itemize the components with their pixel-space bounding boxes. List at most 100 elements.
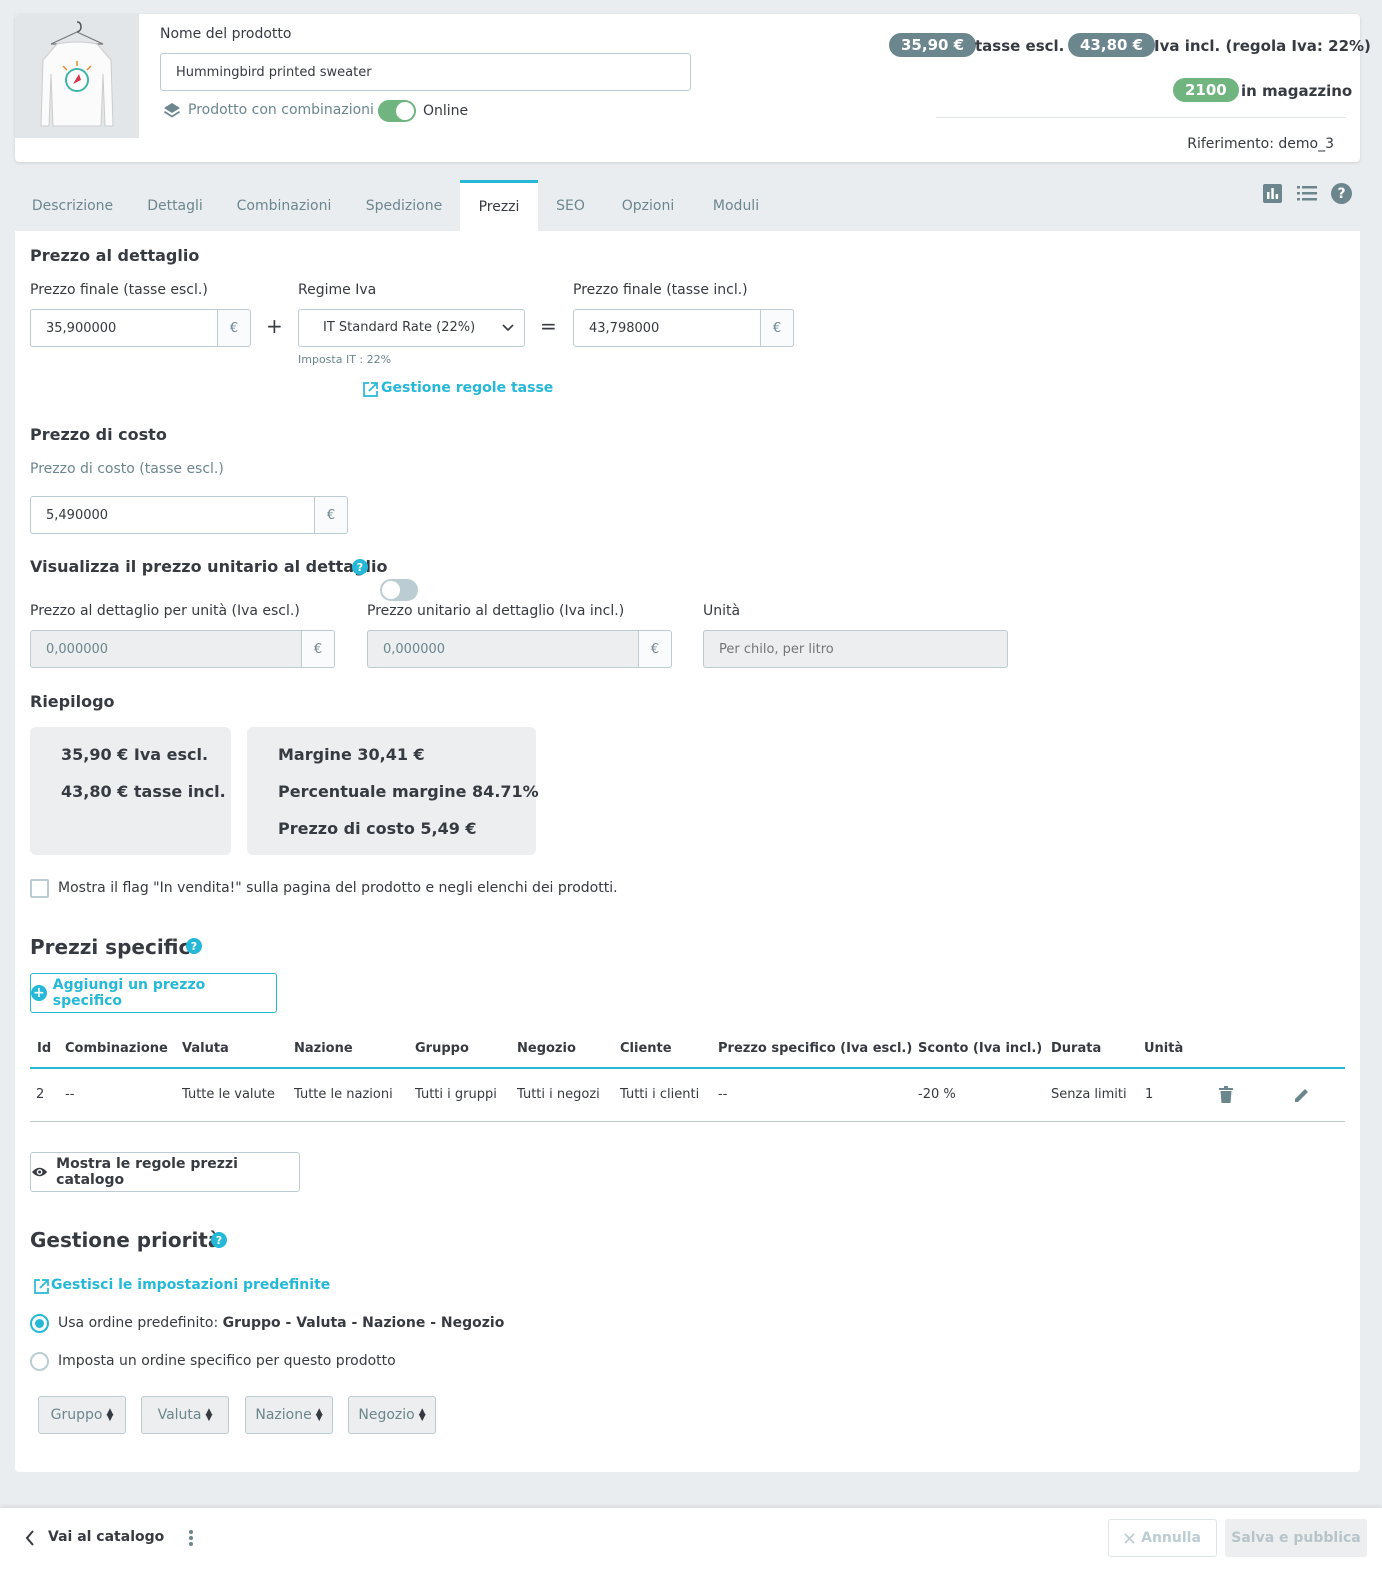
sort-arrows-icon: ▲ ▼	[205, 1407, 213, 1423]
priority-select-value: Nazione	[255, 1407, 312, 1423]
chevron-left-icon[interactable]	[25, 1530, 35, 1550]
priority-title: Gestione priorità	[30, 1228, 222, 1252]
default-order-value: Gruppo - Valuta - Nazione - Negozio	[222, 1315, 505, 1331]
external-link-icon	[33, 1278, 50, 1299]
unit-price-excl-input[interactable]	[30, 630, 302, 668]
unit-input[interactable]	[703, 630, 1008, 668]
price-incl-input[interactable]	[573, 309, 761, 347]
save-publish-label: Salva e pubblica	[1231, 1530, 1361, 1546]
column-header: Sconto (Iva incl.)	[918, 1041, 1043, 1056]
sort-arrows-icon: ▲ ▼	[315, 1407, 323, 1423]
specific-order-radio[interactable]	[30, 1352, 49, 1371]
currency-addon: €	[639, 630, 672, 668]
cost-price-title: Prezzo di costo	[30, 425, 167, 444]
price-excl-input[interactable]	[30, 309, 218, 347]
summary-price-excl: 35,90 € Iva escl.	[61, 745, 209, 764]
tab-descrizione[interactable]: Descrizione	[15, 180, 130, 231]
cell-combination: --	[65, 1087, 75, 1102]
priority-select-value: Negozio	[358, 1407, 415, 1423]
product-thumbnail[interactable]	[15, 14, 139, 138]
price-excl-text: tasse escl.	[975, 37, 1065, 55]
cell-unit: 1	[1145, 1087, 1154, 1102]
back-to-catalog-link[interactable]: Vai al catalogo	[48, 1529, 164, 1545]
cell-duration: Senza limiti	[1051, 1087, 1127, 1102]
layers-icon	[162, 101, 182, 121]
external-link-icon	[362, 381, 379, 402]
default-order-radio[interactable]	[30, 1314, 49, 1333]
tab-combinazioni[interactable]: Combinazioni	[220, 180, 348, 231]
list-icon[interactable]	[1297, 186, 1317, 205]
price-excl-badge: 35,90 €	[889, 33, 977, 57]
tax-rule-select[interactable]: IT Standard Rate (22%)	[298, 309, 525, 347]
equals-sign: =	[540, 314, 557, 338]
eye-icon	[31, 1167, 48, 1177]
summary-title: Riepilogo	[30, 692, 115, 711]
cell-customer: Tutti i clienti	[620, 1087, 700, 1102]
tab-prezzi[interactable]: Prezzi	[460, 180, 538, 231]
cost-price-input[interactable]	[30, 496, 315, 534]
priority-select-value: Gruppo	[50, 1407, 103, 1423]
tab-moduli[interactable]: Moduli	[693, 180, 779, 231]
add-specific-price-button[interactable]: + Aggiungi un prezzo specifico	[30, 973, 277, 1013]
product-name-input[interactable]	[160, 53, 691, 91]
unit-price-title: Visualizza il prezzo unitario al dettagl…	[30, 557, 388, 576]
product-name-label: Nome del prodotto	[160, 26, 292, 42]
tab-dettagli[interactable]: Dettagli	[130, 180, 220, 231]
default-order-label: Usa ordine predefinito: Gruppo - Valuta …	[58, 1315, 504, 1331]
edit-icon[interactable]	[1294, 1087, 1310, 1107]
unit-label: Unità	[703, 603, 741, 619]
stock-badge: 2100	[1173, 78, 1239, 102]
summary-margin-percent: Percentuale margine 84.71%	[278, 782, 539, 801]
close-icon	[1124, 1532, 1135, 1544]
combinations-label[interactable]: Prodotto con combinazioni	[188, 102, 374, 118]
priority-select-3[interactable]: Nazione ▲ ▼	[245, 1396, 333, 1434]
cancel-label: Annulla	[1141, 1530, 1201, 1546]
stats-icon[interactable]	[1263, 184, 1282, 207]
save-publish-button[interactable]: Salva e pubblica	[1225, 1519, 1367, 1557]
more-options-icon[interactable]	[188, 1529, 194, 1547]
tax-rules-link[interactable]: Gestione regole tasse	[381, 380, 553, 396]
show-catalog-rules-button[interactable]: Mostra le regole prezzi catalogo	[30, 1152, 300, 1192]
sort-arrows-icon: ▲ ▼	[106, 1407, 114, 1423]
currency-addon: €	[761, 309, 794, 347]
reference-text: Riferimento: demo_3	[1187, 136, 1334, 152]
cell-group: Tutti i gruppi	[415, 1087, 497, 1102]
plus-circle-icon: +	[31, 985, 47, 1001]
currency-addon: €	[218, 309, 251, 347]
priority-select-2[interactable]: Valuta ▲ ▼	[141, 1396, 229, 1434]
tab-spedizione[interactable]: Spedizione	[348, 180, 460, 231]
chevron-down-icon	[502, 324, 514, 332]
cell-id: 2	[36, 1087, 45, 1102]
column-header: Gruppo	[415, 1041, 469, 1056]
unit-price-incl-label: Prezzo unitario al dettaglio (Iva incl.)	[367, 603, 625, 619]
currency-addon: €	[302, 630, 335, 668]
unit-price-incl-input[interactable]	[367, 630, 639, 668]
column-header: Durata	[1051, 1041, 1102, 1056]
column-header: Nazione	[294, 1041, 353, 1056]
sort-arrows-icon: ▲ ▼	[418, 1407, 426, 1423]
tab-seo[interactable]: SEO	[538, 180, 603, 231]
help-icon[interactable]: ?	[186, 938, 202, 954]
add-specific-price-label: Aggiungi un prezzo specifico	[52, 977, 206, 1009]
trash-icon[interactable]	[1219, 1086, 1233, 1107]
unit-price-toggle[interactable]	[380, 579, 418, 601]
help-icon[interactable]: ?	[211, 1232, 227, 1248]
plus-sign: +	[266, 314, 283, 338]
tab-opzioni[interactable]: Opzioni	[603, 180, 693, 231]
specific-order-label: Imposta un ordine specifico per questo p…	[58, 1353, 396, 1369]
summary-price-incl: 43,80 € tasse incl.	[61, 782, 226, 801]
online-label: Online	[423, 103, 469, 119]
cell-currency: Tutte le valute	[182, 1087, 275, 1102]
column-header: Prezzo specifico (Iva escl.)	[718, 1041, 913, 1056]
on-sale-checkbox[interactable]	[30, 879, 49, 898]
online-toggle[interactable]	[378, 100, 416, 122]
cancel-button[interactable]: Annulla	[1108, 1519, 1217, 1557]
help-icon[interactable]: ?	[352, 559, 368, 575]
on-sale-label: Mostra il flag "In vendita!" sulla pagin…	[58, 880, 618, 896]
priority-select-4[interactable]: Negozio ▲ ▼	[348, 1396, 436, 1434]
priority-select-1[interactable]: Gruppo ▲ ▼	[38, 1396, 126, 1434]
help-icon[interactable]: ?	[1331, 183, 1352, 204]
cost-price-label: Prezzo di costo (tasse escl.)	[30, 461, 224, 477]
default-settings-link[interactable]: Gestisci le impostazioni predefinite	[51, 1277, 330, 1293]
tax-hint: Imposta IT : 22%	[298, 353, 392, 366]
